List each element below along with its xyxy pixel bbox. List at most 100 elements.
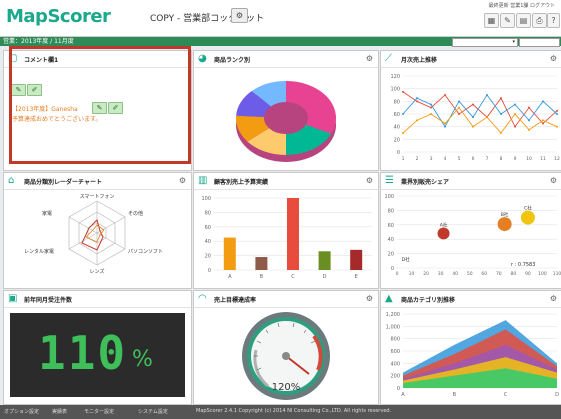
data-point — [514, 103, 516, 106]
x-tick-label: 80 — [510, 271, 516, 277]
point-label: B社 — [501, 211, 509, 218]
radar-label: パソコンソフト — [128, 249, 163, 255]
layout-icon[interactable]: ▤ — [516, 13, 531, 28]
y-tick-label: 60 — [205, 225, 211, 231]
point-label: C社 — [524, 205, 532, 212]
data-point — [556, 113, 558, 115]
footer: オプション設定 実績表 モニター設定 システム設定 MapScorer 2.4.… — [0, 405, 561, 419]
data-point — [416, 100, 418, 103]
scatter-point — [437, 227, 450, 240]
panel-header: ◕ 商品ランク別 ⚙ — [194, 51, 378, 68]
data-point — [430, 106, 432, 109]
print-icon[interactable]: ⎙ — [532, 13, 547, 28]
y-tick-label: 80 — [205, 210, 211, 216]
budget-panel: ▥ 顧客別売上予算実績 ⚙ 0 20 40 60 80 100 A B C D E — [193, 172, 379, 289]
gear-icon[interactable]: ⚙ — [550, 294, 557, 303]
data-point — [458, 106, 460, 109]
data-point — [402, 132, 404, 134]
filter-dropdown-1[interactable]: ▾ — [452, 38, 518, 47]
data-point — [472, 103, 474, 106]
help-icon[interactable]: ? — [547, 13, 560, 28]
y-tick-label: 0 — [397, 150, 400, 156]
panel-header: ▥ 顧客別売上予算実績 ⚙ — [194, 173, 378, 190]
grid-icon[interactable]: ▦ — [484, 13, 499, 28]
data-point — [430, 103, 432, 106]
radar-label: スマートフォン — [80, 194, 115, 200]
panel-title: 商品分類別レーダーチャート — [24, 179, 102, 186]
panel-header: ⟋ 月次売上推移 ⚙ — [381, 51, 561, 68]
radar-label: 家電 — [42, 210, 52, 217]
bar — [255, 257, 268, 270]
digital-display: 110 % — [10, 313, 185, 397]
y-tick-label: 1,000 — [386, 324, 400, 330]
x-tick-label: B — [260, 274, 264, 280]
y-tick-label: 60 — [388, 223, 394, 229]
data-point — [416, 97, 418, 100]
monthly-panel: ⟋ 月次売上推移 ⚙ 0 20 40 60 80 100 120 1 2 3 4 5 6 7 8 9 10 11 1… — [380, 50, 561, 171]
achievement-panel: ◠ 売上目標達成率 ⚙ 120% — [193, 290, 379, 405]
footer-link-results[interactable]: 実績表 — [52, 408, 67, 415]
y-tick-label: 80 — [394, 99, 400, 105]
bar — [223, 237, 236, 270]
data-point — [514, 113, 516, 115]
category-panel: ▲ 商品カテゴリ別推移 ⚙ 0 200 400 600 800 1,000 1,200 A B C… — [380, 290, 561, 405]
building-icon: ⌂ — [8, 175, 15, 186]
cockpit-settings-button[interactable]: ⚙ — [231, 8, 248, 23]
footer-link-monitor[interactable]: モニター設定 — [84, 408, 114, 415]
yoy-panel: ▣ 前年同月受注件数 110 % — [3, 290, 192, 405]
area-chart: 0 200 400 600 800 1,000 1,200 A B C D — [386, 312, 559, 398]
x-tick-label: 40 — [452, 271, 458, 277]
counter-icon: ▣ — [8, 293, 18, 304]
app-logo[interactable]: MapScorer — [6, 6, 111, 27]
panel-title: 前年同月受注件数 — [24, 297, 73, 304]
x-tick-label: 30 — [438, 271, 444, 277]
filter-dropdown-2[interactable] — [519, 38, 560, 47]
footer-link-options[interactable]: オプション設定 — [4, 408, 39, 415]
r-value: r : 0.7583 — [511, 262, 536, 268]
gear-icon[interactable]: ⚙ — [366, 54, 373, 63]
yoy-unit: % — [132, 347, 153, 372]
y-tick-label: 120 — [390, 74, 400, 80]
y-tick-label: 100 — [390, 87, 400, 93]
user-info: 最終更新 営業1課 ログアウト — [489, 2, 555, 9]
data-point — [500, 97, 502, 100]
logout-link[interactable]: ログアウト — [530, 3, 555, 9]
x-tick-label: 110 — [553, 271, 561, 277]
data-point — [444, 125, 446, 128]
line-chart: 0204060801001201 2 3 4 5 6 7 8 9 10 11 12 — [390, 74, 560, 162]
edit-icon[interactable]: ✎ — [500, 13, 515, 28]
data-point — [514, 125, 516, 128]
triangle-icon: ▲ — [385, 293, 393, 304]
gauge-value: 120% — [272, 382, 301, 393]
gear-icon[interactable]: ⚙ — [366, 294, 373, 303]
radar-grid — [68, 200, 126, 266]
x-tick-label: 11 — [540, 156, 546, 162]
data-point — [486, 116, 488, 119]
x-tick-label: 20 — [423, 271, 429, 277]
scatter-point — [497, 217, 512, 232]
x-tick-label: 1 — [402, 156, 405, 162]
y-tick-label: 20 — [388, 252, 394, 258]
gear-icon[interactable]: ⚙ — [550, 54, 557, 63]
panel-title: 商品カテゴリ別推移 — [401, 297, 456, 304]
footer-link-system[interactable]: システム設定 — [138, 408, 168, 415]
gauge-hub — [282, 352, 290, 360]
highlight-box — [9, 46, 191, 164]
yoy-value: 110 — [38, 326, 128, 380]
top-bar: MapScorer COPY - 営業部コックピット ⚙ 最終更新 営業1課 ロ… — [0, 0, 561, 37]
series-line — [402, 106, 558, 134]
radar-panel: ⌂ 商品分類別レーダーチャート ⚙ スマートフォン その他 パソコンソフト レン… — [3, 172, 192, 289]
y-tick-label: 40 — [205, 239, 211, 245]
point-label: A社 — [440, 221, 448, 228]
user-info-line1: 最終更新 営業1課 — [488, 3, 529, 9]
panel-header: ▣ 前年同月受注件数 — [4, 291, 191, 308]
point-label: D社 — [402, 256, 410, 263]
panel-title: 業界別販売シェア — [401, 179, 450, 186]
gear-icon[interactable]: ⚙ — [550, 176, 557, 185]
bar-chart: 0 20 40 60 80 100 A B C D E — [201, 196, 372, 280]
gear-icon[interactable]: ⚙ — [366, 176, 373, 185]
gear-icon[interactable]: ⚙ — [179, 176, 186, 185]
scatter-point — [520, 210, 535, 225]
bar — [318, 251, 331, 270]
data-point — [542, 122, 544, 125]
